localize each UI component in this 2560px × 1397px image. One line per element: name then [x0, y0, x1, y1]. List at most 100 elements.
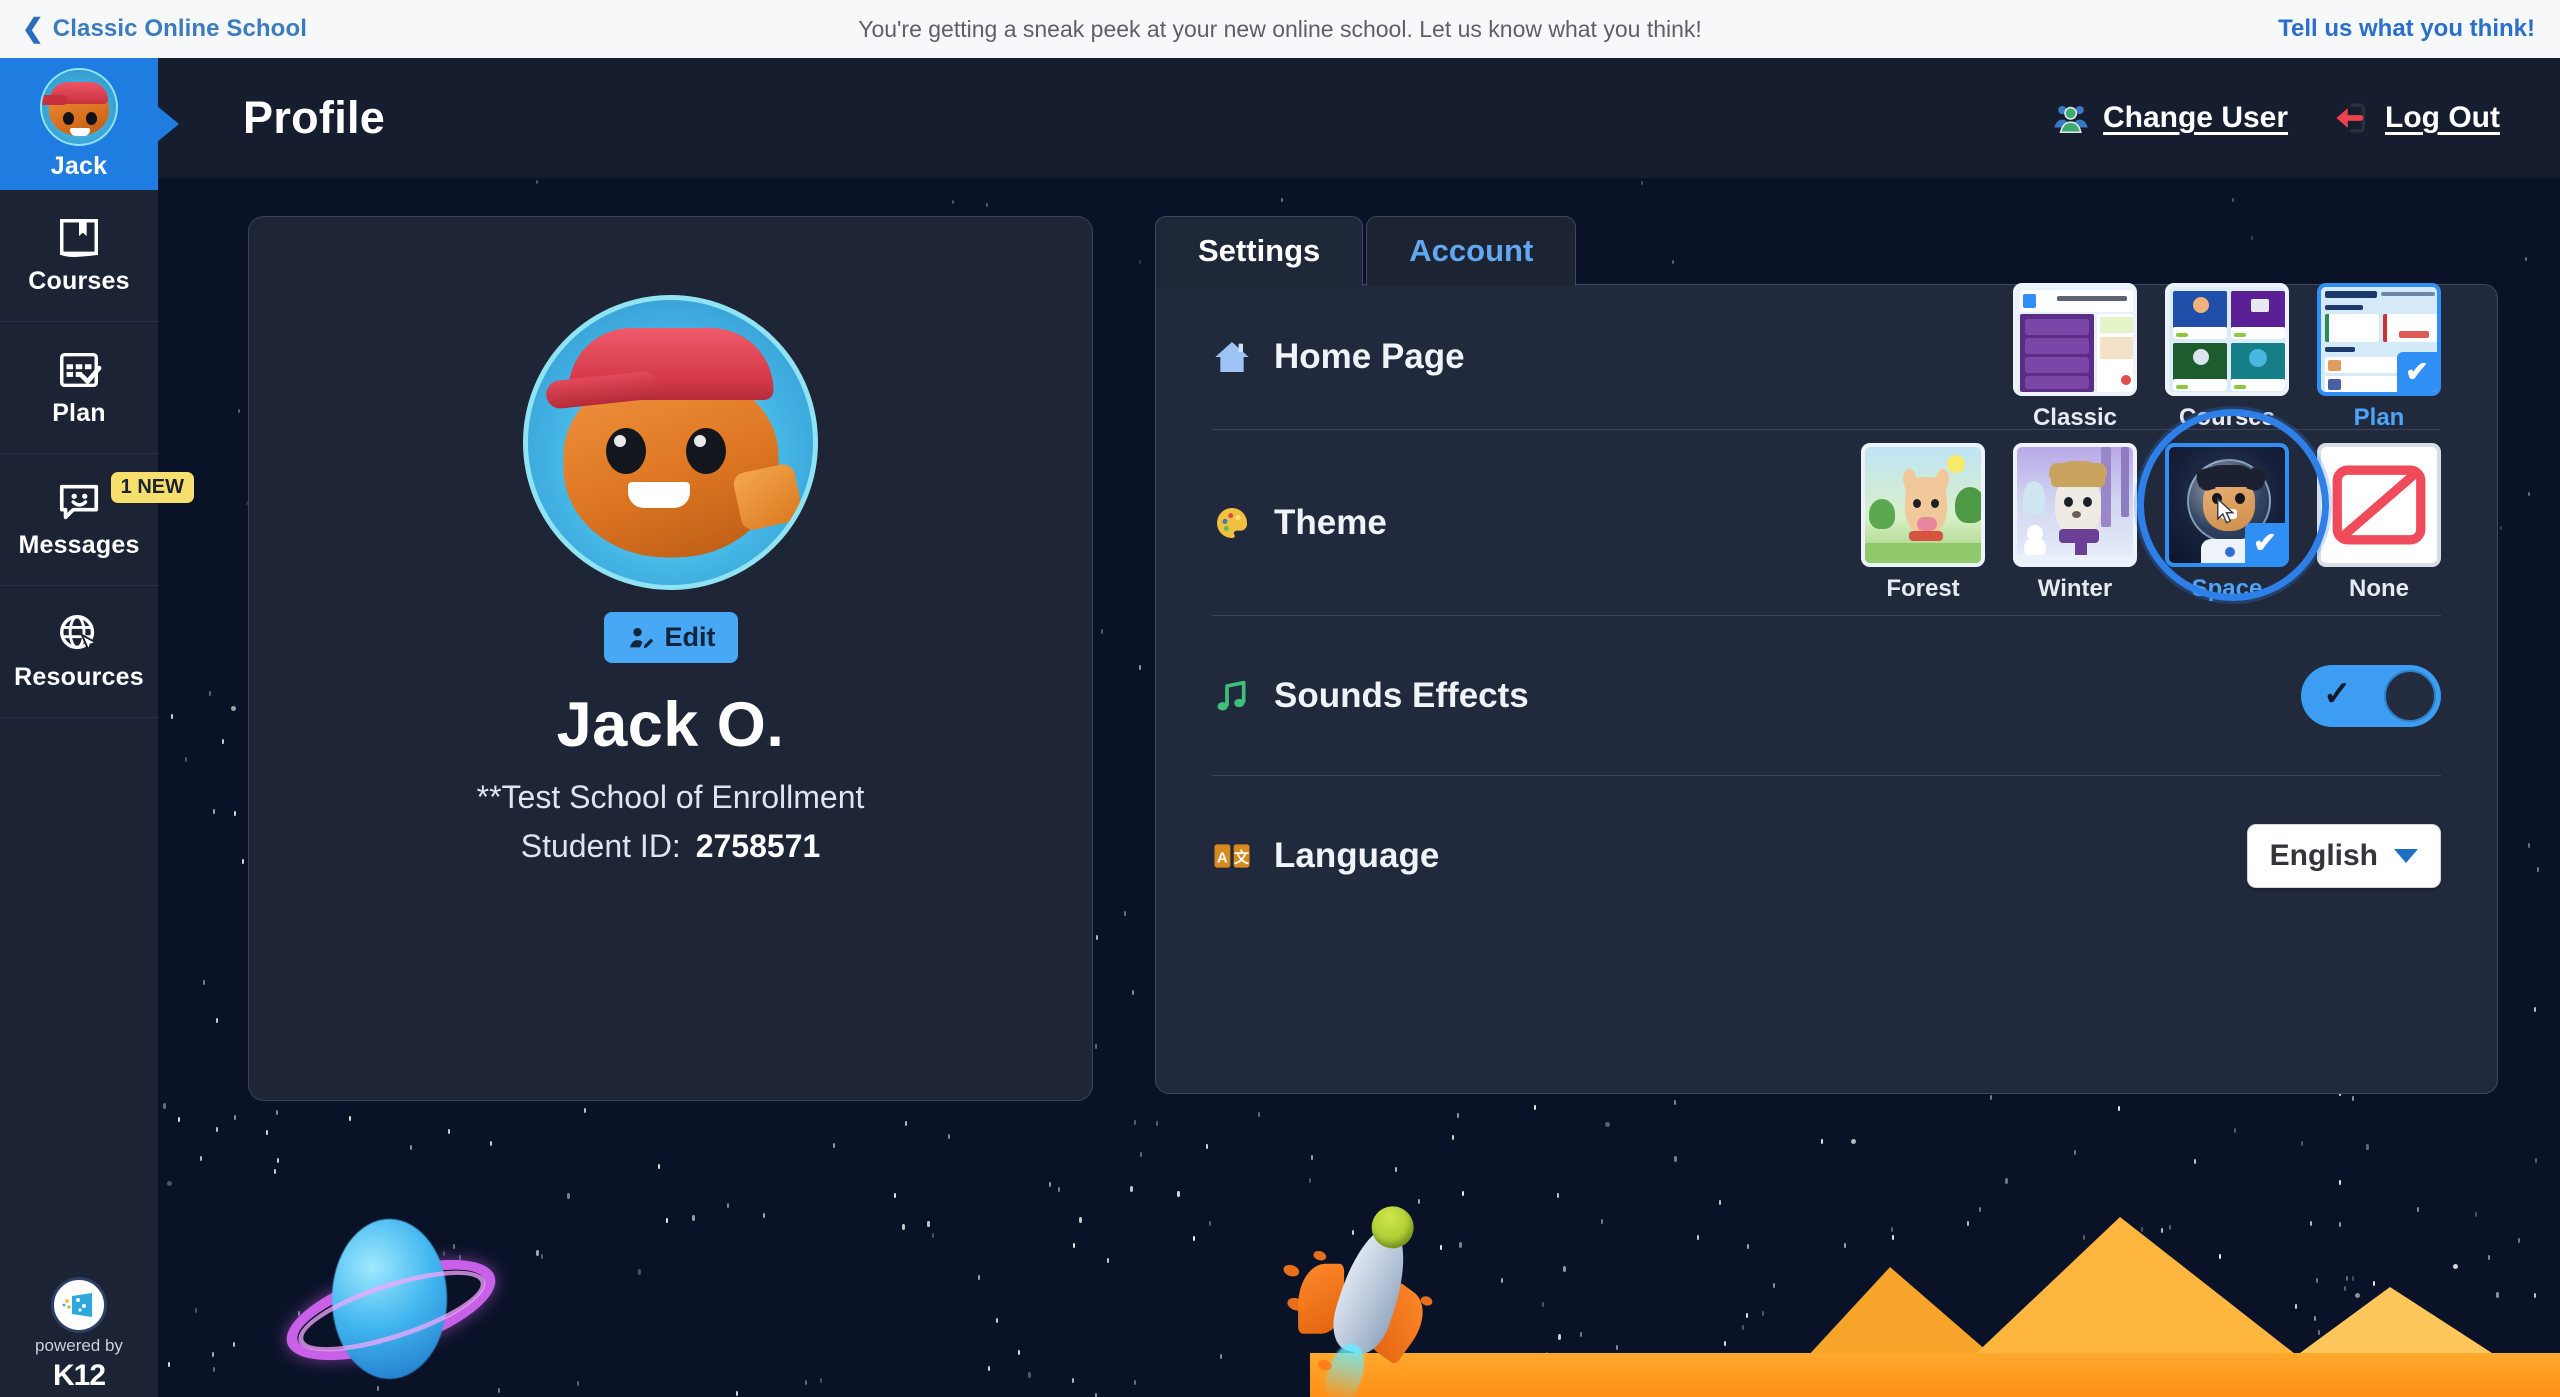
home-icon: [1215, 342, 1249, 372]
student-id-value: 2758571: [695, 828, 821, 864]
setting-row-language: A 文 Language English: [1212, 776, 2441, 936]
logout-arrow-icon: [2336, 103, 2366, 133]
option-label: Winter: [2037, 574, 2113, 602]
space-thumbnail: ✔: [2165, 442, 2289, 567]
toggle-knob: [2384, 669, 2436, 722]
option-label: Space: [2191, 574, 2263, 602]
profile-content: Edit Jack O. **Test School of Enrollment…: [158, 178, 2560, 1101]
powered-by-label: powered by: [35, 1336, 123, 1355]
edit-avatar-button[interactable]: Edit: [603, 612, 738, 663]
option-label: Courses: [2178, 403, 2276, 431]
setting-row-sounds: Sounds Effects ✓: [1212, 616, 2441, 776]
theme-option-winter[interactable]: Winter: [2013, 442, 2137, 603]
music-note-icon: [1217, 680, 1246, 710]
theme-option-forest[interactable]: Forest: [1861, 442, 1985, 603]
back-link-label: Classic Online School: [52, 15, 307, 42]
no-theme-icon: [2332, 465, 2426, 544]
sidebar-item-label: Jack: [50, 151, 108, 180]
theme-label-group: Theme: [1212, 503, 1387, 543]
option-label: Forest: [1886, 574, 1960, 602]
avatar-icon: [40, 67, 118, 146]
sounds-label-group: Sounds Effects: [1212, 676, 1529, 716]
language-label-group: A 文 Language: [1212, 836, 1439, 876]
student-name: Jack O.: [556, 690, 785, 760]
home-page-options: Classic Courses ✔ Plan: [2013, 282, 2441, 432]
setting-row-theme: Theme Forest Winter ✔ Space None: [1212, 408, 2441, 616]
banner-message: You're getting a sneak peek at your new …: [858, 15, 1702, 42]
sounds-toggle[interactable]: ✓: [2301, 664, 2441, 727]
page-topbar: Profile Change User Log Out: [158, 58, 2560, 178]
toggle-check-icon: ✓: [2323, 674, 2352, 713]
palette-icon: [1216, 507, 1248, 538]
profile-avatar: [523, 295, 818, 590]
home-page-label-group: Home Page: [1212, 337, 1465, 377]
theme-option-none[interactable]: None: [2317, 442, 2441, 603]
book-bookmark-icon: [60, 219, 98, 257]
sounds-label: Sounds Effects: [1274, 675, 1529, 715]
language-value: English: [2269, 839, 2378, 872]
svg-text:文: 文: [1234, 849, 1250, 867]
left-sidebar: Jack Courses Plan 1 NEW Messages Resourc…: [0, 58, 195, 1397]
theme-label: Theme: [1274, 502, 1387, 542]
change-user-button[interactable]: Change User: [2052, 99, 2288, 137]
sidebar-item-label: Plan: [52, 399, 106, 427]
courses-thumbnail: [2165, 282, 2289, 396]
sidebar-item-label: Messages: [18, 531, 140, 559]
theme-options: Forest Winter ✔ Space None: [1861, 408, 2441, 603]
home-page-option-classic[interactable]: Classic: [2013, 282, 2137, 432]
tab-settings[interactable]: Settings: [1155, 216, 1364, 286]
sidebar-item-label: Resources: [14, 663, 144, 691]
globe-cursor-icon: [60, 615, 99, 653]
profile-card: Edit Jack O. **Test School of Enrollment…: [248, 216, 1093, 1101]
sidebar-item-plan[interactable]: Plan: [0, 322, 158, 454]
theme-option-space[interactable]: ✔ Space: [2137, 408, 2329, 603]
page-body: Jack Courses Plan 1 NEW Messages Resourc…: [0, 58, 2560, 1397]
chat-smile-icon: [59, 484, 99, 520]
language-select[interactable]: English: [2246, 824, 2441, 888]
back-to-classic-link[interactable]: ❮ Classic Online School: [22, 15, 307, 43]
tab-account[interactable]: Account: [1366, 216, 1577, 286]
preview-banner: ❮ Classic Online School You're getting a…: [0, 0, 2560, 58]
home-page-option-plan[interactable]: ✔ Plan: [2317, 282, 2441, 432]
sidebar-item-courses[interactable]: Courses: [0, 190, 158, 322]
change-user-label: Change User: [2102, 101, 2289, 134]
settings-tabs: Settings Account: [1155, 216, 2498, 286]
sidebar-item-resources[interactable]: Resources: [0, 586, 158, 718]
option-label: Plan: [2353, 403, 2405, 431]
log-out-label: Log Out: [2385, 101, 2500, 134]
feedback-link[interactable]: Tell us what you think!: [2278, 15, 2535, 43]
selected-check-icon: ✔: [2245, 522, 2285, 563]
main-area: Profile Change User Log Out Edit Jack O.…: [158, 58, 2560, 1397]
brand-label: K12: [52, 1359, 106, 1392]
log-out-button[interactable]: Log Out: [2332, 101, 2500, 135]
users-icon: [2054, 105, 2088, 134]
calendar-check-icon: [60, 352, 102, 388]
sidebar-item-jack[interactable]: Jack: [0, 58, 158, 190]
plan-thumbnail: ✔: [2317, 282, 2441, 396]
sidebar-item-messages[interactable]: 1 NEW Messages: [0, 454, 195, 586]
option-label: None: [2349, 574, 2409, 602]
k12-logo-icon: [51, 1277, 107, 1333]
chevron-down-icon: [2394, 849, 2418, 863]
school-name: **Test School of Enrollment: [476, 779, 865, 815]
language-label: Language: [1274, 836, 1440, 875]
settings-section: Settings Account Home Page Classic Cours…: [1155, 216, 2498, 1101]
winter-thumbnail: [2013, 442, 2137, 567]
powered-by-footer: powered by K12: [0, 1277, 158, 1393]
none-thumbnail: [2317, 442, 2441, 567]
translate-icon: A 文: [1214, 844, 1250, 868]
topbar-actions: Change User Log Out: [2052, 99, 2500, 137]
chevron-left-icon: ❮: [22, 13, 44, 43]
option-label: Classic: [2032, 403, 2118, 431]
setting-row-home-page: Home Page Classic Courses ✔ Plan: [1212, 282, 2441, 432]
user-edit-icon: [629, 627, 653, 648]
settings-panel: Home Page Classic Courses ✔ Plan Theme F…: [1155, 282, 2498, 1094]
svg-text:A: A: [1217, 850, 1228, 867]
home-page-label: Home Page: [1274, 337, 1465, 376]
sidebar-item-label: Courses: [28, 267, 130, 295]
classic-thumbnail: [2013, 282, 2137, 396]
edit-button-label: Edit: [664, 622, 716, 652]
selected-check-icon: ✔: [2397, 351, 2437, 392]
messages-new-badge: 1 NEW: [110, 472, 195, 503]
home-page-option-courses[interactable]: Courses: [2165, 282, 2289, 432]
